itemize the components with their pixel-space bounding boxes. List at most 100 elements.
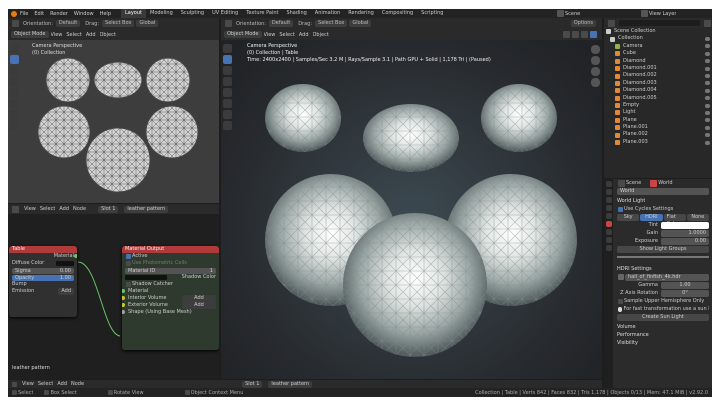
exposure-field[interactable]: 0.00 — [661, 237, 709, 245]
mode-tab-hdri[interactable]: HDRI — [640, 213, 663, 221]
menu-view-2[interactable]: View — [264, 32, 276, 38]
wireframe-shading-icon[interactable] — [563, 31, 570, 38]
options-dropdown[interactable]: Options — [570, 20, 596, 27]
workspace-tab-layout[interactable]: Layout — [121, 9, 146, 18]
transform-pivot-icon-2[interactable] — [225, 20, 232, 27]
slot-dropdown[interactable]: Slot 1 — [98, 205, 119, 213]
visibility-eye-icon[interactable] — [705, 96, 710, 101]
gamma-field[interactable]: 1.00 — [661, 281, 709, 289]
outliner-item[interactable]: Plane.001 — [604, 124, 712, 132]
material-id-field[interactable]: Material ID 1 — [125, 267, 216, 274]
outliner-item[interactable]: Camera — [604, 43, 712, 50]
visibility-eye-icon[interactable] — [705, 37, 710, 42]
visibility-eye-icon[interactable] — [705, 88, 710, 93]
menu-render[interactable]: Render — [50, 11, 68, 17]
menu-view[interactable]: View — [51, 32, 63, 38]
outliner-scene-collection[interactable]: Scene Collection — [604, 28, 712, 35]
transform-orientation-dropdown[interactable]: Global — [136, 20, 159, 27]
workspace-tab-rendering[interactable]: Rendering — [344, 9, 378, 18]
menu-file[interactable]: File — [20, 11, 28, 17]
world-light-section[interactable]: World Light — [614, 197, 712, 205]
outliner-item[interactable]: Diamond.003 — [604, 79, 712, 88]
visibility-section[interactable]: Visibility — [614, 339, 712, 347]
bottom-menu-node[interactable]: Node — [71, 381, 84, 387]
scale-tool-icon[interactable] — [10, 88, 19, 97]
menu-object-2[interactable]: Object — [313, 32, 329, 38]
transform-orientation-dropdown-2[interactable]: Global — [349, 20, 372, 27]
workspace-tab-compositing[interactable]: Compositing — [378, 9, 417, 18]
tab-scene[interactable]: Scene — [626, 179, 641, 187]
render-tab-icon[interactable] — [605, 189, 612, 195]
outliner-item[interactable]: Plane.002 — [604, 131, 712, 138]
visibility-eye-icon[interactable] — [705, 103, 710, 108]
use-cycles-checkbox[interactable] — [618, 206, 623, 212]
visibility-eye-icon[interactable] — [705, 110, 710, 115]
visibility-eye-icon[interactable] — [705, 44, 710, 49]
mode-dropdown[interactable]: Object Mode — [11, 31, 49, 38]
filter-icon[interactable] — [704, 19, 711, 27]
solid-shading-icon[interactable] — [572, 31, 579, 38]
menu-object[interactable]: Object — [100, 32, 116, 38]
outliner-item[interactable]: Diamond — [604, 58, 712, 65]
drag-dropdown[interactable]: Select Box — [102, 20, 135, 27]
tint-color-swatch[interactable] — [661, 221, 709, 229]
outliner-item[interactable]: Collection — [604, 35, 712, 43]
transform-tool-icon[interactable] — [10, 99, 19, 108]
render-viewport[interactable]: Camera Perspective (0) Collection | Tabl… — [221, 40, 602, 379]
orientation-dropdown[interactable]: Default — [55, 20, 81, 27]
visibility-eye-icon[interactable] — [705, 140, 710, 145]
opacity-field[interactable]: Opacity 1.00 — [12, 274, 74, 281]
world-name-field[interactable]: World — [617, 187, 709, 195]
exterior-add-button[interactable]: Add — [182, 302, 216, 309]
workspace-tab-scripting[interactable]: Scripting — [417, 9, 447, 18]
visibility-eye-icon[interactable] — [705, 125, 710, 130]
rotate-tool-icon[interactable] — [10, 77, 19, 86]
outliner-item[interactable]: Diamond.004 — [604, 87, 712, 94]
sample-upper-checkbox[interactable] — [618, 298, 623, 304]
menu-edit[interactable]: Edit — [34, 11, 44, 17]
outliner-item[interactable]: Empty — [604, 102, 712, 109]
node-material-output[interactable]: Material Output Active Use Photometric C… — [122, 246, 219, 350]
visibility-eye-icon[interactable] — [705, 81, 710, 86]
menu-add[interactable]: Add — [86, 32, 96, 38]
menu-add-2[interactable]: Add — [299, 32, 309, 38]
z-rotation-field[interactable]: 0° — [661, 289, 709, 297]
mode-tab-flat-color[interactable]: Flat Color — [663, 213, 686, 227]
node-menu-view[interactable]: View — [24, 206, 36, 212]
diffuse-color-swatch[interactable] — [56, 261, 74, 266]
bottom-menu-view[interactable]: View — [22, 381, 34, 387]
visibility-eye-icon[interactable] — [705, 66, 710, 71]
shape-socket[interactable] — [122, 310, 125, 314]
left-viewport[interactable]: Camera Perspective (0) Collection — [8, 40, 219, 203]
gain-field[interactable]: 1.0000 — [661, 229, 709, 237]
drag-dropdown-2[interactable]: Select Box — [315, 20, 348, 27]
workspace-tab-modeling[interactable]: Modeling — [146, 9, 177, 18]
shadow-color-swatch[interactable] — [125, 275, 167, 280]
output-socket[interactable] — [74, 254, 77, 258]
mode-tab-none[interactable]: None — [686, 213, 709, 221]
editor-type-icon[interactable] — [12, 205, 19, 213]
view-layer-selector[interactable]: View Layer — [640, 10, 676, 17]
object-tab-icon[interactable] — [605, 229, 612, 235]
timeline-editor-icon[interactable] — [12, 381, 17, 387]
menu-window[interactable]: Window — [74, 11, 94, 17]
light-slider[interactable] — [617, 256, 709, 258]
outliner-item[interactable]: Light — [604, 109, 712, 117]
outliner-type-icon[interactable] — [608, 19, 615, 27]
menu-select-2[interactable]: Select — [279, 32, 294, 38]
material-tab-icon[interactable] — [605, 245, 612, 251]
tool-tab-icon[interactable] — [605, 181, 612, 187]
visibility-eye-icon[interactable] — [705, 74, 710, 79]
material-shading-icon[interactable] — [581, 31, 588, 38]
workspace-tab-texture-paint[interactable]: Texture Paint — [242, 9, 282, 18]
cursor-tool-icon[interactable] — [10, 55, 19, 64]
bottom-menu-select[interactable]: Select — [38, 381, 53, 387]
node-editor[interactable]: Table Material Diffuse Color Sigma 0.00 O… — [8, 214, 219, 379]
visibility-eye-icon[interactable] — [705, 59, 710, 64]
outliner-search[interactable] — [619, 20, 700, 26]
emission-add-button[interactable]: Add — [58, 288, 74, 295]
bottom-slot-dropdown[interactable]: Slot 1 — [242, 380, 263, 388]
world-tab-icon[interactable] — [605, 221, 612, 227]
menu-help[interactable]: Help — [100, 11, 111, 17]
scene-tab-icon[interactable] — [605, 213, 612, 219]
